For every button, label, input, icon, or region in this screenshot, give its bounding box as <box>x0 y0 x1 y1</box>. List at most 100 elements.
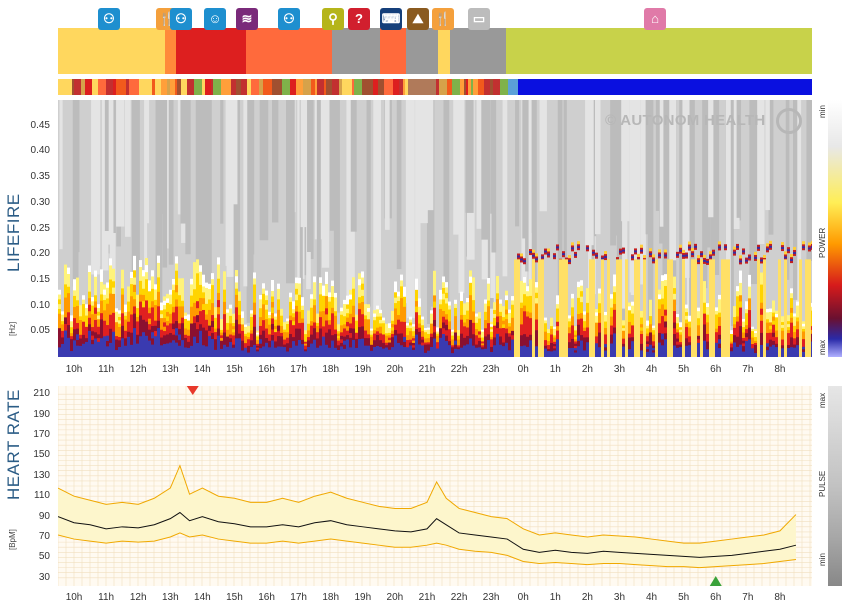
x-tick-label: 22h <box>450 364 468 375</box>
activity-detail-cell <box>493 79 500 95</box>
spectrogram-cell <box>196 322 199 331</box>
meeting-icon[interactable]: ⚇ <box>170 8 192 30</box>
spectrogram-cell <box>313 351 316 357</box>
spectrogram-cell <box>175 299 178 308</box>
spectrogram-cell <box>109 265 112 274</box>
spectrogram-cell <box>496 310 499 318</box>
spectrogram-cell <box>88 330 91 339</box>
spectrogram-cell <box>88 304 91 313</box>
spectrogram-cell <box>496 322 499 330</box>
spectrogram-cell <box>352 328 355 336</box>
spectrogram-cell <box>88 317 91 326</box>
reading-icon[interactable]: ≋ <box>236 8 258 30</box>
walking-icon[interactable]: ⚲ <box>322 8 344 30</box>
activity-detail-cell <box>213 79 221 95</box>
x-tick-label: 11h <box>98 364 115 375</box>
spectrogram-cell <box>139 308 142 317</box>
spectrogram-cell <box>91 352 94 357</box>
spectrogram-cell <box>172 351 175 357</box>
sleep-icon[interactable]: ⌂ <box>644 8 666 30</box>
spectrogram-band <box>562 253 565 256</box>
spectrogram-cell <box>352 305 355 313</box>
spectrogram-band <box>691 253 694 256</box>
spectrogram-cell <box>196 280 199 289</box>
spectrogram-cell <box>325 277 328 285</box>
power-legend-min: min <box>818 105 827 118</box>
spectrogram-cell <box>295 351 298 357</box>
spectrogram-cell <box>196 287 199 296</box>
spectrogram-cell <box>76 334 79 341</box>
spectrogram-band <box>568 260 571 263</box>
spectrogram-cell <box>223 338 226 346</box>
spectrogram-cell <box>64 323 67 332</box>
activity-detail-cell <box>106 79 113 95</box>
unknown-icon[interactable]: ? <box>348 8 370 30</box>
spectrogram-cell <box>523 282 526 290</box>
spectrogram-cell <box>358 297 361 305</box>
spectrogram-band <box>688 246 691 249</box>
spectrogram-cell <box>664 309 667 317</box>
spectrogram-cell <box>511 352 514 357</box>
spectrogram-cell <box>193 302 196 311</box>
spectrogram-cell <box>673 288 676 295</box>
hr-y-tick: 130 <box>33 469 50 481</box>
spectrogram-cell <box>211 333 214 341</box>
spectrogram-cell <box>112 300 115 308</box>
spectrogram-cell <box>64 337 67 345</box>
spectrogram-cell <box>268 353 271 357</box>
spectrogram-cell <box>358 321 361 329</box>
spectrogram-column <box>592 259 595 357</box>
spectrogram-cell <box>337 354 340 357</box>
spectrogram-cell <box>472 311 475 319</box>
x-tick-label: 14h <box>194 592 211 603</box>
spectrogram-cell <box>772 352 775 357</box>
spectrogram-cell <box>496 281 499 289</box>
thinking-icon[interactable]: ☺ <box>204 8 226 30</box>
spectrogram-cell <box>628 353 631 357</box>
hiking-icon[interactable]: ⛰ <box>407 8 429 30</box>
spectrogram-cell <box>295 294 298 302</box>
spectrogram-cell <box>313 305 316 312</box>
spectrogram-cell <box>661 321 664 329</box>
spectrogram-cell <box>469 282 472 291</box>
spectrogram-band <box>700 253 703 256</box>
spectrogram-cell <box>610 352 613 357</box>
spectrogram-cell <box>490 354 493 357</box>
spectrogram-cell <box>211 291 214 299</box>
spectrogram-cell <box>199 278 202 286</box>
spectrogram-cell <box>400 321 403 329</box>
spectrogram-cell <box>376 353 379 357</box>
spectrogram-column <box>619 259 622 357</box>
spectrogram-cell <box>283 354 286 357</box>
spectrogram-cell <box>235 325 238 334</box>
spectrogram-cell <box>253 320 256 328</box>
computer-icon[interactable]: ⌨ <box>380 8 402 30</box>
spectrogram-cell <box>442 282 445 289</box>
spectrogram-band <box>571 242 574 246</box>
meeting-icon[interactable]: ⚇ <box>98 8 120 30</box>
spectrogram-cell <box>673 293 676 301</box>
spectrogram-texture <box>465 100 474 213</box>
spectrogram-cell <box>226 353 229 357</box>
screen-icon[interactable]: ▭ <box>468 8 490 30</box>
meeting-icon[interactable]: ⚇ <box>278 8 300 30</box>
spectrogram-column <box>589 259 592 357</box>
spectrogram-texture <box>366 100 371 307</box>
activity-segment <box>176 28 246 74</box>
spectrogram-cell <box>82 352 85 357</box>
spectrogram-cell <box>496 299 499 306</box>
spectrogram-cell <box>340 353 343 357</box>
spectrogram-cell <box>349 352 352 357</box>
spectrogram-cell <box>253 314 256 322</box>
spectrogram-cell <box>76 339 79 347</box>
spectrogram-y-tick: 0.10 <box>30 299 50 311</box>
spectrogram-column <box>799 259 802 357</box>
spectrogram-cell <box>100 319 103 327</box>
meal-icon[interactable]: 🍴 <box>432 8 454 30</box>
spectrogram-cell <box>193 316 196 325</box>
spectrogram-cell <box>112 306 115 314</box>
hr-plot <box>57 386 812 586</box>
spectrogram-cell <box>496 316 499 324</box>
spectrogram-cell <box>496 345 499 353</box>
spectrogram-cell <box>199 350 202 357</box>
